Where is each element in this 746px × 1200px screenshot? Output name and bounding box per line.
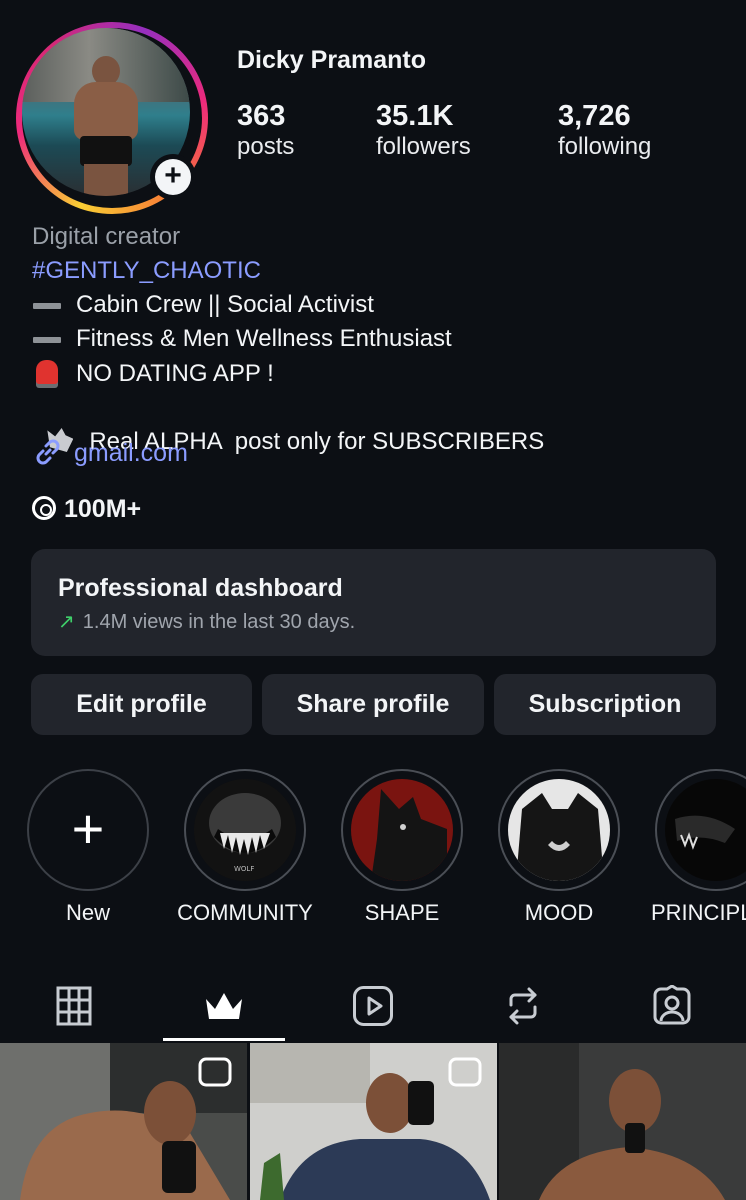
tab-reposts[interactable] [462,970,584,1042]
threads-count: 100M+ [64,495,142,523]
post-thumbnail[interactable] [499,1043,746,1200]
trend-up-icon: ↗ [58,611,75,633]
svg-text:WOLF: WOLF [234,865,254,873]
tab-grid[interactable] [13,970,135,1042]
post-thumbnail[interactable] [0,1043,247,1200]
profile-name: Dicky Pramanto [237,46,426,74]
link-icon [36,439,60,465]
profile-tab-bar [0,970,746,1042]
posts-label: posts [237,133,295,160]
plus-icon: + [155,159,191,195]
add-story-button[interactable]: + [150,154,196,200]
dash-icon [32,288,62,322]
threads-icon [32,496,56,520]
highlight-label: New [65,900,110,925]
grid-icon [56,986,92,1026]
crown-icon [206,993,242,1019]
following-stat[interactable]: 3,726 following [558,100,651,161]
bio-category: Digital creator [32,223,181,250]
edit-profile-button[interactable]: Edit profile [31,674,252,735]
bio-line: Fitness & Men Wellness Enthusiast [32,322,452,356]
highlight-community[interactable]: WOLF [184,769,306,891]
posts-count: 363 [237,100,286,132]
siren-icon [32,357,62,391]
followers-stat[interactable]: 35.1K followers [376,100,471,161]
following-label: following [558,133,652,160]
bio-link[interactable]: gmail.com [32,436,188,468]
following-count: 3,726 [558,100,631,132]
dashboard-title: Professional dashboard [58,574,343,602]
highlight-shape[interactable] [341,769,463,891]
highlight-principles[interactable] [655,769,746,891]
reels-icon [353,986,393,1026]
post-image [250,1043,497,1200]
highlight-cover [665,779,746,881]
highlight-label: SHAPE [364,900,440,925]
highlight-label: COMMUNITY [177,900,313,925]
followers-count: 35.1K [376,100,454,132]
active-tab-indicator [163,1038,285,1041]
tab-tagged[interactable] [611,970,733,1042]
tagged-icon [653,985,691,1025]
reposts-icon [509,987,537,1025]
post-thumbnail[interactable] [250,1043,497,1200]
tab-subscriptions[interactable] [163,970,285,1042]
highlight-cover: WOLF [194,779,296,881]
professional-dashboard-card[interactable]: Professional dashboard ↗ 1.4M views in th… [31,549,716,656]
posts-stat[interactable]: 363 posts [237,100,294,161]
bio-hashtag[interactable]: #GENTLY_CHAOTIC [32,254,261,288]
highlight-cover [351,779,453,881]
threads-badge[interactable]: 100M+ [32,495,141,524]
highlight-mood[interactable] [498,769,620,891]
share-profile-button[interactable]: Share profile [262,674,484,735]
followers-label: followers [376,133,471,160]
highlight-label: PRINCIPL [651,900,746,925]
post-image [0,1043,247,1200]
bio-line: Cabin Crew || Social Activist [32,288,374,322]
new-highlight-button[interactable]: + [27,769,149,891]
tab-reels[interactable] [312,970,434,1042]
highlight-cover [508,779,610,881]
bio-line: NO DATING APP ! [32,357,274,391]
dashboard-subtitle: ↗ 1.4M views in the last 30 days. [58,611,356,633]
post-image [499,1043,746,1200]
dash-icon [32,322,62,356]
link-text[interactable]: gmail.com [74,439,188,467]
plus-icon: + [71,797,105,860]
subscription-button[interactable]: Subscription [494,674,716,735]
highlight-label: MOOD [524,900,594,925]
